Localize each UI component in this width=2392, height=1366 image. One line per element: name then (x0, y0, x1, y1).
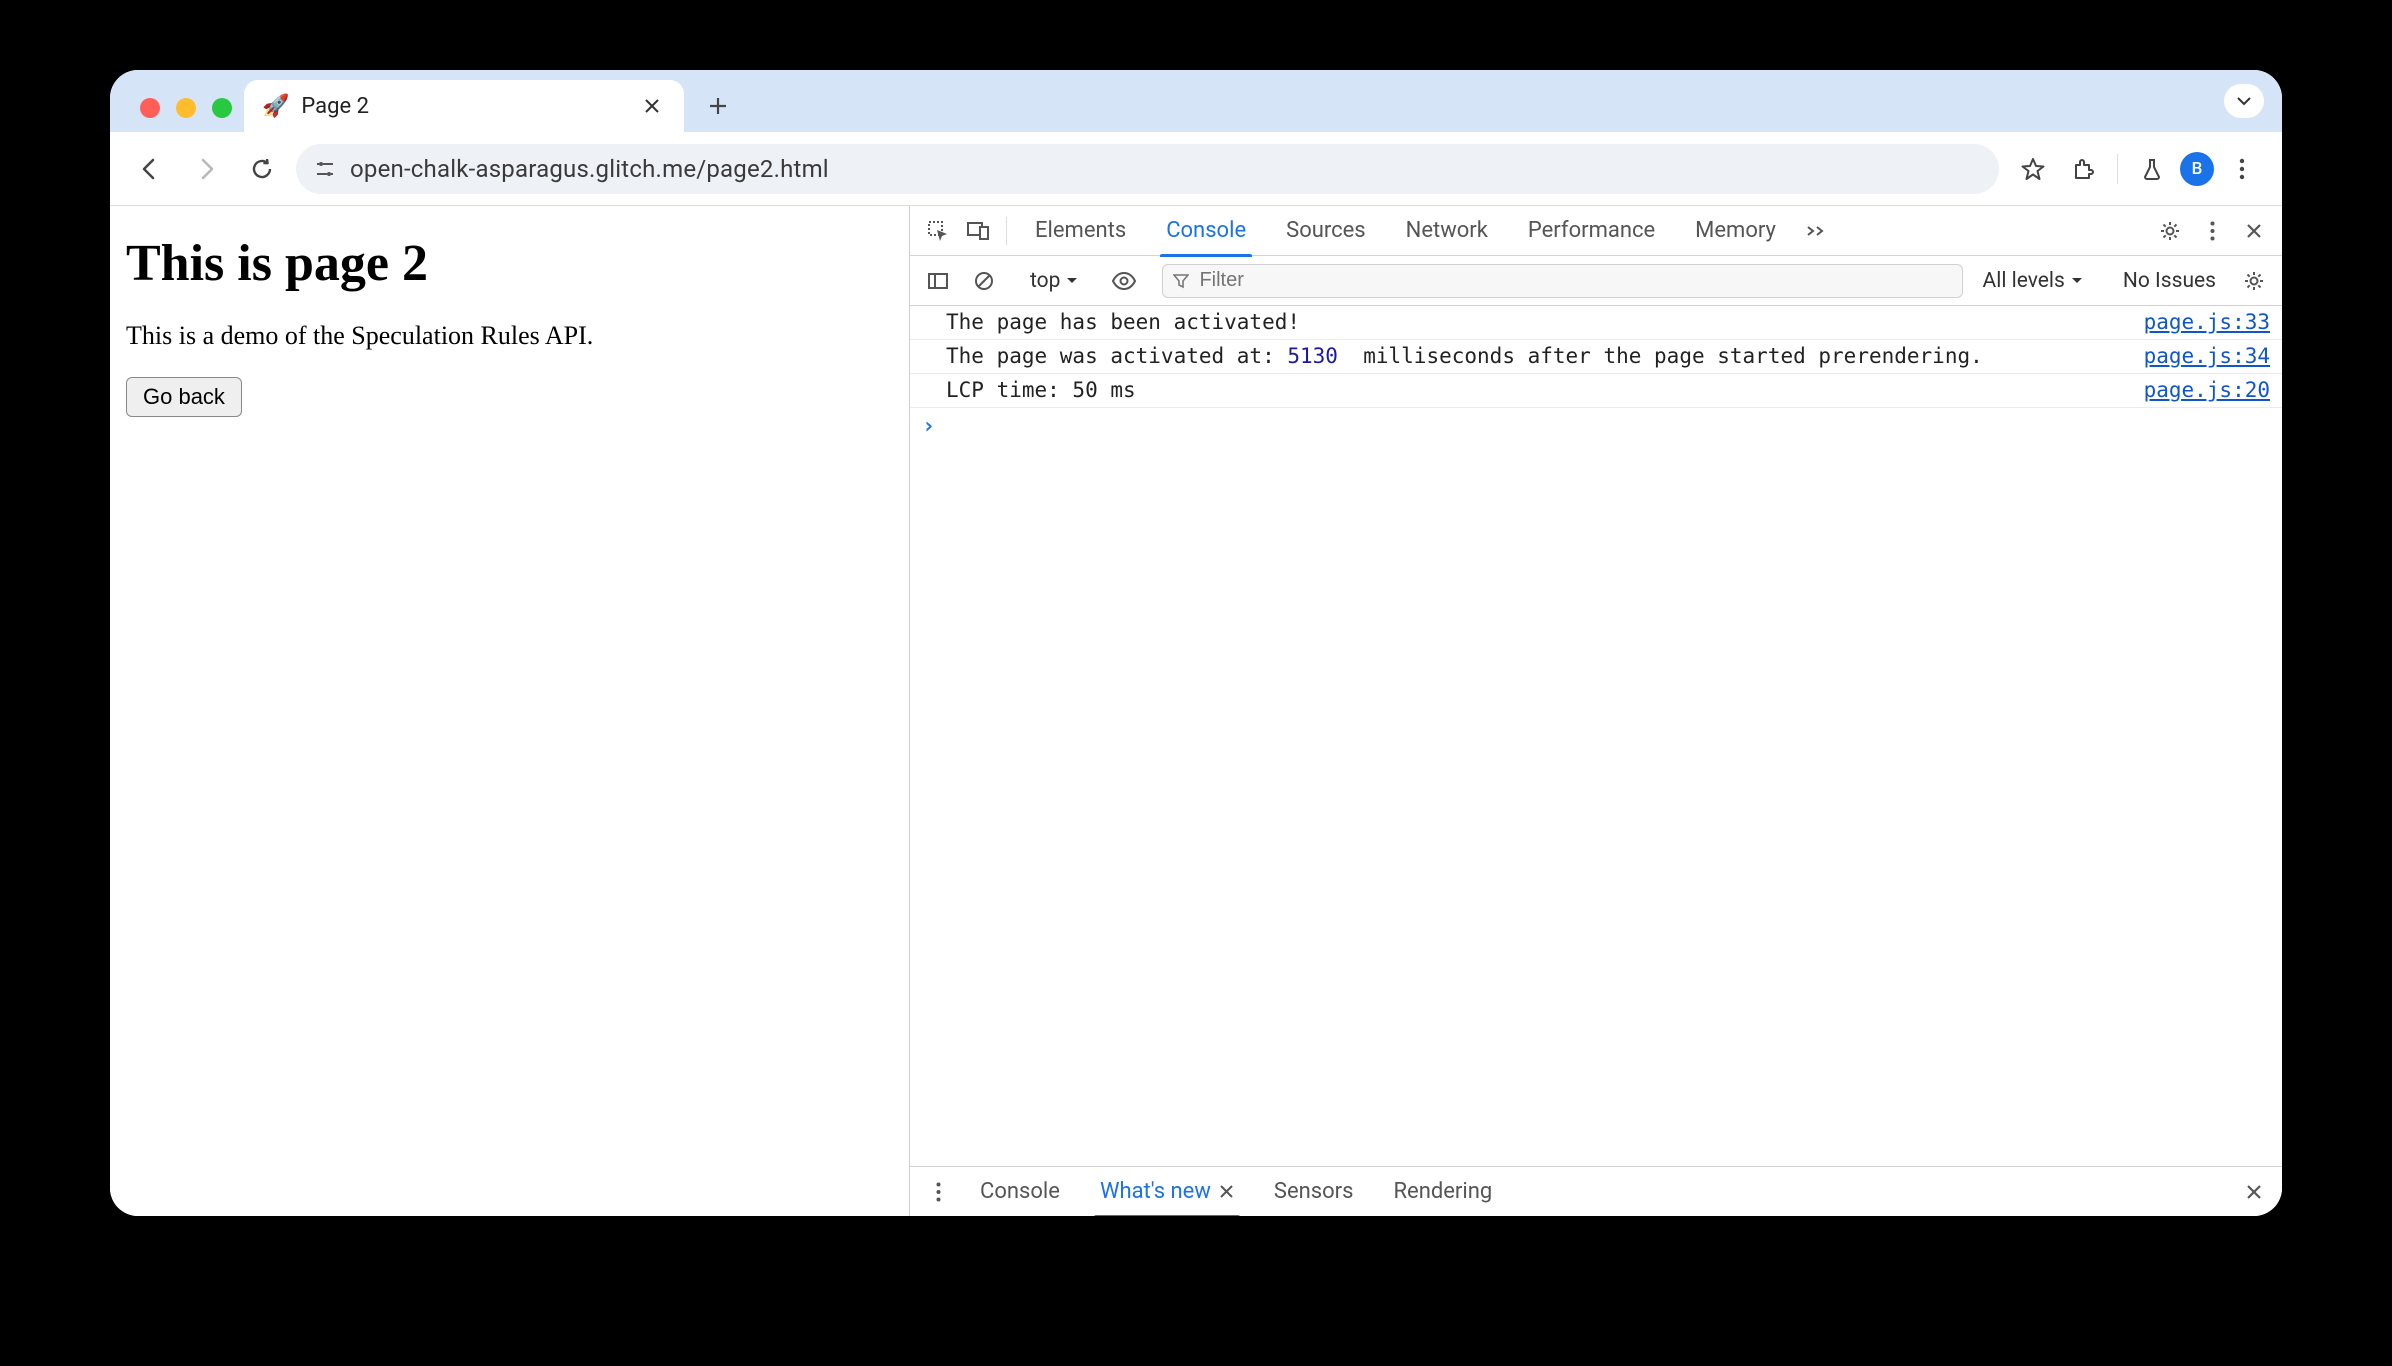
page-heading: This is page 2 (126, 234, 893, 293)
log-text: The page has been activated! (946, 310, 1300, 334)
filter-input[interactable] (1199, 269, 1951, 292)
context-selector[interactable]: top (1022, 269, 1086, 293)
tabs-dropdown-button[interactable] (2224, 84, 2264, 118)
star-icon[interactable] (2011, 147, 2055, 191)
log-number: 5130 (1287, 344, 1338, 368)
separator (1006, 217, 1007, 245)
tab-network[interactable]: Network (1388, 206, 1506, 256)
separator (2117, 154, 2118, 184)
filter-icon (1173, 273, 1189, 289)
console-output: The page has been activated! page.js:33 … (910, 306, 2282, 1166)
browser-toolbar: open-chalk-asparagus.glitch.me/page2.htm… (110, 132, 2282, 206)
profile-avatar[interactable]: B (2180, 152, 2214, 186)
labs-icon[interactable] (2130, 147, 2174, 191)
log-text: The page was activated at: (946, 344, 1287, 368)
kebab-icon[interactable] (2194, 213, 2230, 249)
browser-tab[interactable]: 🚀 Page 2 (244, 80, 684, 132)
tab-memory[interactable]: Memory (1677, 206, 1794, 256)
issues-label[interactable]: No Issues (2113, 269, 2226, 293)
tab-sources[interactable]: Sources (1268, 206, 1384, 256)
more-tabs-icon[interactable] (1798, 213, 1834, 249)
reload-button[interactable] (240, 147, 284, 191)
gear-icon[interactable] (2236, 263, 2272, 299)
log-text: LCP time: 50 ms (946, 378, 1136, 402)
window-close-button[interactable] (140, 98, 160, 118)
drawer-tab-rendering[interactable]: Rendering (1377, 1167, 1508, 1217)
filter-box[interactable] (1162, 264, 1962, 298)
log-source-link[interactable]: page.js:20 (2144, 378, 2270, 402)
log-levels-selector[interactable]: All levels (1973, 269, 2093, 293)
tab-elements[interactable]: Elements (1017, 206, 1144, 256)
drawer-tab-label: What's new (1100, 1179, 1211, 1204)
content-area: This is page 2 This is a demo of the Spe… (110, 206, 2282, 1216)
tab-strip: 🚀 Page 2 (110, 70, 2282, 132)
drawer-close-icon[interactable] (2236, 1174, 2272, 1210)
tab-performance[interactable]: Performance (1510, 206, 1673, 256)
address-bar[interactable]: open-chalk-asparagus.glitch.me/page2.htm… (296, 144, 1999, 194)
chevron-right-icon: › (922, 414, 935, 439)
console-toolbar: top All levels (910, 256, 2282, 306)
device-toggle-icon[interactable] (960, 213, 996, 249)
site-settings-icon[interactable] (314, 158, 336, 180)
window-maximize-button[interactable] (212, 98, 232, 118)
log-text: milliseconds after the page started prer… (1338, 344, 1983, 368)
avatar-initial: B (2192, 159, 2203, 179)
log-row: The page has been activated! page.js:33 (910, 306, 2282, 340)
url-text: open-chalk-asparagus.glitch.me/page2.htm… (350, 155, 829, 183)
inspect-icon[interactable] (920, 213, 956, 249)
context-label: top (1030, 269, 1060, 293)
devtools-drawer: Console What's new Sensors Rendering (910, 1166, 2282, 1216)
back-button[interactable] (128, 147, 172, 191)
drawer-tab-console[interactable]: Console (964, 1167, 1076, 1217)
close-icon[interactable] (2236, 213, 2272, 249)
drawer-tab-whatsnew[interactable]: What's new (1084, 1167, 1250, 1217)
toolbar-actions: B (2011, 147, 2264, 191)
kebab-icon[interactable] (920, 1174, 956, 1210)
browser-window: 🚀 Page 2 (110, 70, 2282, 1216)
sidebar-toggle-icon[interactable] (920, 263, 956, 299)
page-paragraph: This is a demo of the Speculation Rules … (126, 321, 893, 351)
close-icon[interactable] (1219, 1184, 1234, 1199)
drawer-tab-sensors[interactable]: Sensors (1258, 1167, 1370, 1217)
gear-icon[interactable] (2152, 213, 2188, 249)
devtools-panel: Elements Console Sources Network Perform… (910, 206, 2282, 1216)
rocket-icon: 🚀 (262, 94, 289, 119)
log-row: The page was activated at: 5130 millisec… (910, 340, 2282, 374)
tab-title: Page 2 (301, 94, 626, 119)
log-source-link[interactable]: page.js:34 (2144, 344, 2270, 368)
log-row: LCP time: 50 ms page.js:20 (910, 374, 2282, 408)
page-content: This is page 2 This is a demo of the Spe… (110, 206, 910, 1216)
window-minimize-button[interactable] (176, 98, 196, 118)
eye-icon[interactable] (1106, 263, 1142, 299)
close-icon[interactable] (638, 92, 666, 120)
new-tab-button[interactable] (698, 86, 738, 126)
forward-button[interactable] (184, 147, 228, 191)
levels-label: All levels (1983, 269, 2065, 293)
console-prompt[interactable]: › (910, 408, 2282, 445)
menu-icon[interactable] (2220, 147, 2264, 191)
extensions-icon[interactable] (2061, 147, 2105, 191)
window-controls (134, 98, 244, 132)
clear-console-icon[interactable] (966, 263, 1002, 299)
devtools-tab-bar: Elements Console Sources Network Perform… (910, 206, 2282, 256)
go-back-button[interactable]: Go back (126, 377, 242, 417)
log-source-link[interactable]: page.js:33 (2144, 310, 2270, 334)
tab-console[interactable]: Console (1148, 206, 1264, 256)
